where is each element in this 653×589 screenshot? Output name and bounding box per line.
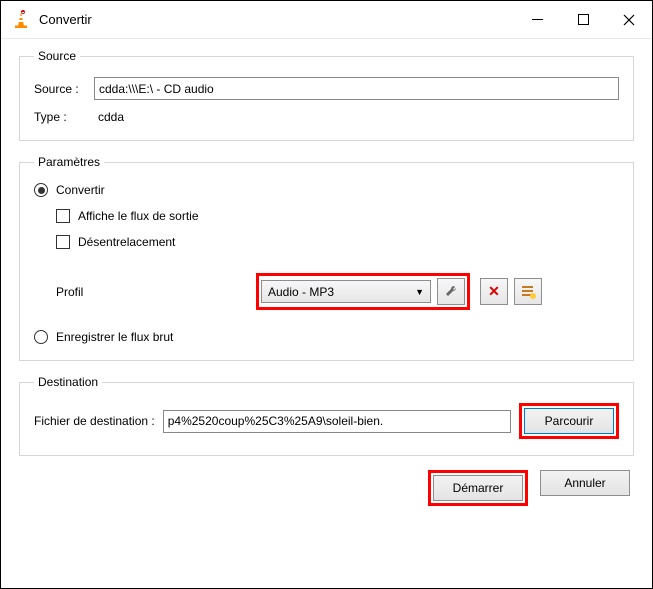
raw-radio-label: Enregistrer le flux brut — [56, 330, 173, 344]
close-button[interactable] — [606, 1, 652, 39]
show-output-check-row[interactable]: Affiche le flux de sortie — [56, 209, 619, 223]
source-group: Source Source : Type : cdda — [19, 49, 634, 141]
source-input[interactable] — [94, 77, 619, 100]
profile-combo[interactable]: Audio - MP3 ▼ — [261, 280, 431, 303]
convert-radio-row[interactable]: Convertir — [34, 183, 619, 197]
browse-button[interactable]: Parcourir — [524, 408, 614, 434]
x-icon: ✕ — [488, 283, 500, 300]
source-legend: Source — [34, 49, 80, 63]
checkbox-icon — [56, 209, 70, 223]
chevron-down-icon: ▼ — [415, 287, 424, 297]
wrench-icon — [444, 284, 459, 299]
dest-legend: Destination — [34, 375, 102, 389]
source-label: Source : — [34, 82, 94, 96]
dest-input[interactable] — [163, 410, 511, 433]
convert-radio-label: Convertir — [56, 183, 105, 197]
vlc-cone-icon — [11, 10, 31, 30]
new-profile-button[interactable] — [514, 278, 542, 305]
profile-value: Audio - MP3 — [268, 285, 334, 299]
titlebar: Convertir — [1, 1, 652, 39]
minimize-button[interactable] — [514, 1, 560, 39]
profile-label: Profil — [56, 285, 256, 299]
highlight-browse: Parcourir — [519, 403, 619, 439]
cancel-button[interactable]: Annuler — [540, 470, 630, 496]
params-legend: Paramètres — [34, 155, 104, 169]
content-area: Source Source : Type : cdda Paramètres C… — [1, 39, 652, 518]
params-group: Paramètres Convertir Affiche le flux de … — [19, 155, 634, 361]
start-button[interactable]: Démarrer — [433, 475, 523, 501]
raw-radio-row[interactable]: Enregistrer le flux brut — [34, 330, 619, 344]
maximize-button[interactable] — [560, 1, 606, 39]
edit-profile-button[interactable] — [437, 278, 465, 305]
new-list-icon — [521, 284, 536, 299]
highlight-profile: Audio - MP3 ▼ — [256, 273, 470, 310]
radio-icon — [34, 183, 48, 197]
highlight-start: Démarrer — [428, 470, 528, 506]
checkbox-icon — [56, 235, 70, 249]
type-value: cdda — [98, 110, 124, 124]
dest-label: Fichier de destination : — [34, 414, 155, 428]
deinterlace-check-row[interactable]: Désentrelacement — [56, 235, 619, 249]
footer-buttons: Démarrer Annuler — [19, 470, 634, 506]
dest-group: Destination Fichier de destination : Par… — [19, 375, 634, 456]
deinterlace-label: Désentrelacement — [78, 235, 175, 249]
delete-profile-button[interactable]: ✕ — [480, 278, 508, 305]
type-label: Type : — [34, 110, 94, 124]
show-output-label: Affiche le flux de sortie — [78, 209, 199, 223]
radio-icon — [34, 330, 48, 344]
window-title: Convertir — [39, 12, 514, 27]
